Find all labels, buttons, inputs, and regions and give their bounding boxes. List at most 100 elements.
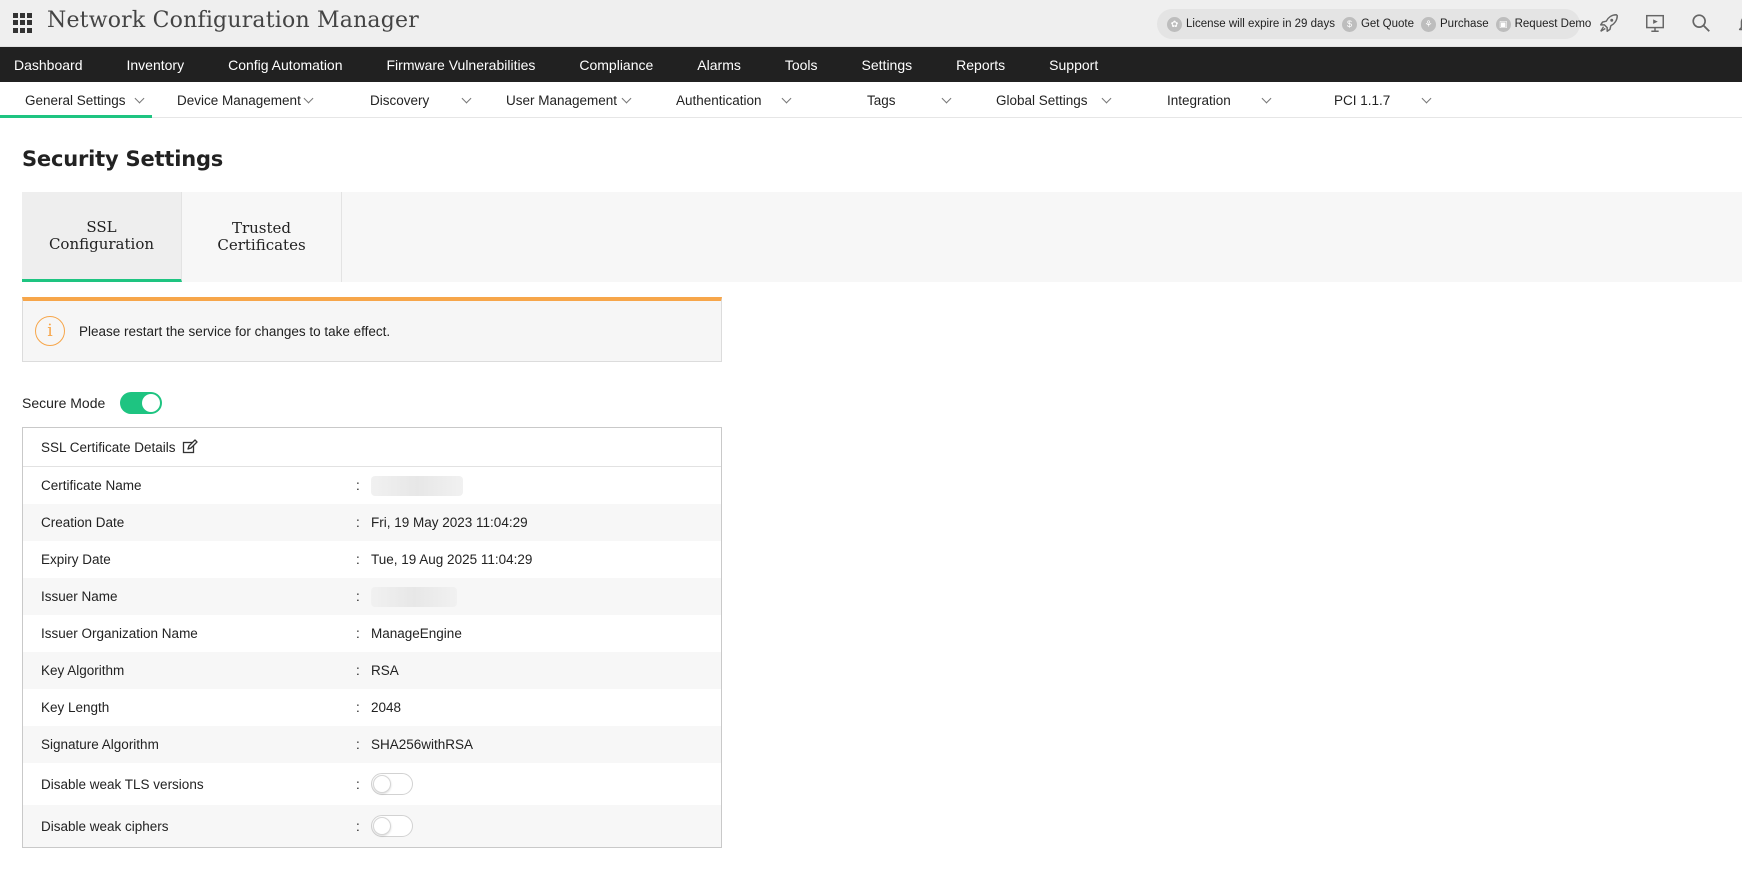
cert-row-issuer-organization: Issuer Organization Name : ManageEngine bbox=[23, 615, 721, 652]
nav-reports[interactable]: Reports bbox=[956, 57, 1005, 73]
cert-row-signature-algorithm: Signature Algorithm : SHA256withRSA bbox=[23, 726, 721, 763]
alert-text: Please restart the service for changes t… bbox=[79, 323, 391, 339]
cart-icon: ⚘ bbox=[1421, 16, 1437, 32]
cert-value: 2048 bbox=[371, 700, 402, 715]
cert-separator: : bbox=[356, 626, 360, 641]
subnav-general-settings[interactable]: General Settings bbox=[0, 82, 152, 118]
page-title: Security Settings bbox=[22, 147, 224, 171]
chevron-down-icon bbox=[1421, 93, 1432, 104]
nav-support[interactable]: Support bbox=[1049, 57, 1098, 73]
toggle-knob bbox=[373, 817, 391, 835]
subnav-tags-label: Tags bbox=[867, 92, 896, 108]
rocket-icon[interactable] bbox=[1596, 10, 1622, 36]
top-bar: Network Configuration Manager ✿ License … bbox=[0, 0, 1742, 47]
edit-icon[interactable] bbox=[182, 439, 198, 455]
tab-ssl-configuration-line2: Configuration bbox=[48, 234, 155, 253]
nav-firmware-vulnerabilities[interactable]: Firmware Vulnerabilities bbox=[387, 57, 536, 73]
restart-alert: i Please restart the service for changes… bbox=[22, 297, 722, 362]
subnav-global-settings[interactable]: Global Settings bbox=[996, 82, 1112, 118]
presentation-icon[interactable] bbox=[1642, 10, 1668, 36]
cert-panel-header: SSL Certificate Details bbox=[23, 428, 721, 467]
nav-alarms[interactable]: Alarms bbox=[697, 57, 741, 73]
cert-row-key-length: Key Length : 2048 bbox=[23, 689, 721, 726]
disable-weak-ciphers-toggle[interactable] bbox=[371, 815, 413, 837]
nav-settings[interactable]: Settings bbox=[862, 57, 913, 73]
subnav-user-management-label: User Management bbox=[506, 92, 618, 108]
cert-value: Tue, 19 Aug 2025 11:04:29 bbox=[371, 552, 533, 567]
license-bar: ✿ License will expire in 29 days $ Get Q… bbox=[1157, 9, 1591, 39]
nav-config-automation[interactable]: Config Automation bbox=[228, 57, 342, 73]
cert-value-redacted bbox=[371, 586, 721, 607]
app-launcher-grid-icon[interactable] bbox=[13, 13, 33, 33]
chevron-down-icon bbox=[461, 93, 472, 104]
cert-label: Issuer Name bbox=[41, 589, 118, 604]
cert-label: Issuer Organization Name bbox=[41, 626, 198, 641]
nav-compliance[interactable]: Compliance bbox=[579, 57, 653, 73]
cert-label: Certificate Name bbox=[41, 478, 142, 493]
cert-separator: : bbox=[356, 589, 360, 604]
subnav-discovery[interactable]: Discovery bbox=[370, 82, 472, 118]
disable-weak-tls-toggle[interactable] bbox=[371, 773, 413, 795]
subnav-global-settings-label: Global Settings bbox=[996, 92, 1088, 108]
nav-tools[interactable]: Tools bbox=[785, 57, 818, 73]
dollar-icon: $ bbox=[1341, 16, 1357, 32]
subnav-authentication[interactable]: Authentication bbox=[676, 82, 792, 118]
cert-value bbox=[371, 815, 721, 837]
cert-value-redacted bbox=[371, 475, 721, 496]
cert-row-disable-weak-ciphers: Disable weak ciphers : bbox=[23, 805, 721, 847]
license-expiry-link[interactable]: ✿ License will expire in 29 days bbox=[1167, 16, 1335, 32]
subnav-device-management-label: Device Management bbox=[177, 92, 301, 108]
cert-separator: : bbox=[356, 552, 360, 567]
cert-row-creation-date: Creation Date : Fri, 19 May 2023 11:04:2… bbox=[23, 504, 721, 541]
cert-row-certificate-name: Certificate Name : bbox=[23, 467, 721, 504]
cert-row-disable-weak-tls: Disable weak TLS versions : bbox=[23, 763, 721, 805]
search-icon[interactable] bbox=[1688, 10, 1714, 36]
subnav-general-settings-label: General Settings bbox=[25, 92, 126, 108]
cert-label: Key Algorithm bbox=[41, 663, 125, 678]
cert-row-key-algorithm: Key Algorithm : RSA bbox=[23, 652, 721, 689]
cert-row-expiry-date: Expiry Date : Tue, 19 Aug 2025 11:04:29 bbox=[23, 541, 721, 578]
cert-label: Key Length bbox=[41, 700, 110, 715]
tab-trusted-certificates-line2: Certificates bbox=[217, 236, 306, 254]
subnav-user-management[interactable]: User Management bbox=[506, 82, 632, 118]
cert-separator: : bbox=[356, 478, 360, 493]
nav-inventory[interactable]: Inventory bbox=[127, 57, 185, 73]
toggle-knob bbox=[373, 775, 391, 793]
nav-dashboard[interactable]: Dashboard bbox=[14, 57, 83, 73]
subnav-pci-label: PCI 1.1.7 bbox=[1334, 92, 1391, 108]
chevron-down-icon bbox=[303, 93, 314, 104]
license-icon: ✿ bbox=[1167, 16, 1182, 32]
purchase-text: Purchase bbox=[1440, 18, 1489, 30]
subnav-device-management[interactable]: Device Management bbox=[177, 82, 314, 118]
subnav-integration-label: Integration bbox=[1167, 92, 1231, 108]
chevron-down-icon bbox=[941, 93, 952, 104]
top-icons bbox=[1596, 10, 1742, 36]
subnav-discovery-label: Discovery bbox=[370, 92, 430, 108]
toggle-knob bbox=[142, 394, 161, 412]
cert-label: Creation Date bbox=[41, 515, 125, 530]
get-quote-link[interactable]: $ Get Quote bbox=[1341, 16, 1414, 32]
cert-separator: : bbox=[356, 776, 360, 792]
ssl-certificate-panel: SSL Certificate Details Certificate Name… bbox=[22, 427, 722, 848]
bell-icon[interactable] bbox=[1734, 10, 1742, 36]
cert-value: RSA bbox=[371, 663, 399, 678]
request-demo-text: Request Demo bbox=[1514, 18, 1592, 30]
cert-row-issuer-name: Issuer Name : bbox=[23, 578, 721, 615]
app-title: Network Configuration Manager bbox=[47, 8, 419, 33]
tab-trusted-certificates-line1: Trusted bbox=[231, 219, 292, 237]
tab-trusted-certificates[interactable]: Trusted Certificates bbox=[182, 192, 342, 282]
license-expiry-text: License will expire in 29 days bbox=[1186, 18, 1335, 30]
request-demo-link[interactable]: ▣ Request Demo bbox=[1495, 16, 1592, 32]
chevron-down-icon bbox=[621, 93, 632, 104]
subnav-tags[interactable]: Tags bbox=[867, 82, 952, 118]
settings-sub-nav: General Settings Device Management Disco… bbox=[0, 82, 1742, 118]
main-nav: Dashboard Inventory Config Automation Fi… bbox=[0, 47, 1742, 82]
secure-mode-toggle[interactable] bbox=[120, 392, 163, 414]
chevron-down-icon bbox=[781, 93, 792, 104]
tab-ssl-configuration[interactable]: SSL Configuration bbox=[22, 192, 182, 282]
subnav-integration[interactable]: Integration bbox=[1167, 82, 1272, 118]
subnav-pci[interactable]: PCI 1.1.7 bbox=[1334, 82, 1432, 118]
purchase-link[interactable]: ⚘ Purchase bbox=[1421, 16, 1489, 32]
cert-label: Expiry Date bbox=[41, 552, 111, 567]
cert-value: SHA256withRSA bbox=[371, 737, 474, 752]
